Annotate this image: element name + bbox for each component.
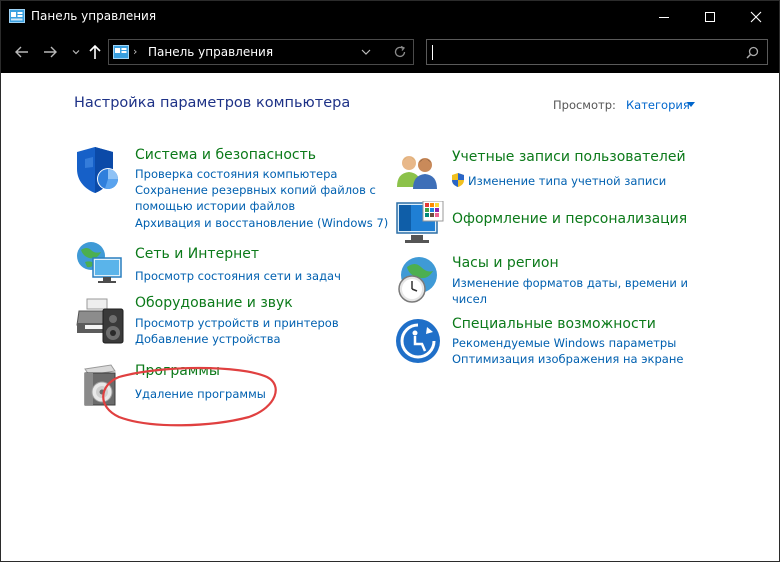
breadcrumb-separator-icon[interactable]: ›	[133, 45, 137, 58]
maximize-icon	[705, 12, 715, 22]
minimize-icon	[659, 17, 669, 18]
category-ease-of-access[interactable]: Специальные возможности	[452, 316, 656, 332]
address-bar[interactable]: › Панель управления ›	[108, 39, 414, 65]
address-dropdown-icon[interactable]	[361, 48, 371, 56]
window-title: Панель управления	[31, 9, 157, 23]
up-arrow-icon[interactable]	[86, 43, 104, 61]
search-icon[interactable]	[746, 46, 759, 59]
content-area: Настройка параметров компьютера Просмотр…	[1, 73, 779, 561]
category-user-accounts[interactable]: Учетные записи пользователей	[452, 149, 686, 165]
link-recommended-settings[interactable]: Рекомендуемые Windows параметры	[452, 335, 676, 351]
title-bar[interactable]: Панель управления	[1, 1, 779, 32]
forward-arrow-icon[interactable]	[41, 43, 59, 61]
control-panel-small-icon	[113, 45, 129, 59]
maximize-button[interactable]	[687, 1, 733, 32]
recent-locations-chevron-icon[interactable]	[67, 43, 85, 61]
category-appearance[interactable]: Оформление и персонализация	[452, 211, 687, 227]
search-box[interactable]	[426, 39, 768, 65]
close-button[interactable]	[733, 1, 779, 32]
text-caret	[432, 45, 433, 60]
control-panel-window: Панель управления › Панель управления › …	[0, 0, 780, 562]
uac-shield-icon	[452, 173, 464, 187]
annotation-oval	[102, 366, 277, 427]
link-optimize-display[interactable]: Оптимизация изображения на экране	[452, 351, 683, 367]
refresh-icon[interactable]	[393, 45, 407, 59]
link-change-date-formats[interactable]: Изменение форматов даты, времени и	[452, 275, 688, 291]
navigation-bar: › Панель управления ›	[1, 32, 779, 73]
back-arrow-icon[interactable]	[13, 43, 31, 61]
user-accounts-icon[interactable]	[395, 153, 441, 191]
minimize-button[interactable]	[641, 1, 687, 32]
close-icon	[750, 11, 762, 23]
link-change-date-formats-cont[interactable]: чисел	[452, 291, 487, 307]
clock-region-icon[interactable]	[395, 255, 443, 305]
link-change-account-type[interactable]: Изменение типа учетной записи	[468, 173, 666, 189]
ease-of-access-icon[interactable]	[395, 318, 441, 364]
category-clock-region[interactable]: Часы и регион	[452, 255, 559, 271]
breadcrumb-chevron-icon[interactable]: ›	[266, 45, 270, 58]
control-panel-icon	[9, 9, 25, 23]
appearance-monitor-icon[interactable]	[395, 201, 445, 247]
breadcrumb-control-panel[interactable]: Панель управления	[148, 45, 273, 59]
